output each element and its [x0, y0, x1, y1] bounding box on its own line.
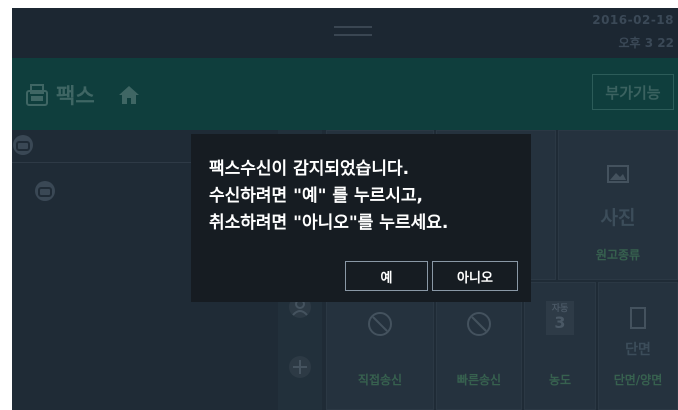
tile-label: 직접송신 [357, 373, 403, 387]
image-icon [607, 165, 629, 183]
block-icon [467, 312, 491, 336]
more-functions-button[interactable]: 부가기능 [592, 74, 674, 110]
clock-date: 2016-02-18 [592, 13, 674, 27]
pull-down-handle[interactable] [334, 26, 372, 36]
page-icon [630, 307, 646, 329]
density-tile[interactable]: 자동 3 농도 [524, 282, 596, 410]
clock-time: 오후 3 22 [618, 36, 675, 50]
fax-icon [26, 84, 48, 106]
fax-screen: 2016-02-18 오후 3 22 팩스 부가기능 사진 원고종류 직접송신 … [12, 8, 678, 410]
no-button[interactable]: 아니오 [432, 261, 518, 291]
phone-icon[interactable] [34, 180, 56, 202]
duplex-value: 단면 [625, 342, 651, 358]
tile-label: 빠른송신 [456, 373, 502, 387]
block-icon [368, 312, 392, 336]
add-icon[interactable] [288, 355, 312, 379]
home-icon[interactable] [117, 84, 141, 106]
yes-button[interactable]: 예 [345, 261, 428, 291]
document-type-tile[interactable]: 사진 원고종류 [558, 130, 678, 280]
fax-received-dialog: 팩스수신이 감지되었습니다. 수신하려면 "예" 를 누르시고, 취소하려면 "… [191, 134, 531, 302]
duplex-tile[interactable]: 단면 단면/양면 [598, 282, 678, 410]
document-type-value: 사진 [600, 207, 636, 229]
tile-label: 농도 [548, 373, 572, 387]
page-title: 팩스 [56, 84, 95, 108]
app-header: 팩스 부가기능 [12, 58, 678, 130]
status-bar: 2016-02-18 오후 3 22 [12, 8, 678, 58]
tile-label: 단면/양면 [613, 373, 663, 387]
density-value: 3 [554, 313, 566, 332]
tile-label: 원고종류 [595, 248, 641, 262]
phone-icon [13, 135, 33, 155]
dialog-message: 팩스수신이 감지되었습니다. 수신하려면 "예" 를 누르시고, 취소하려면 "… [209, 159, 449, 233]
density-badge: 자동 3 [546, 301, 574, 335]
